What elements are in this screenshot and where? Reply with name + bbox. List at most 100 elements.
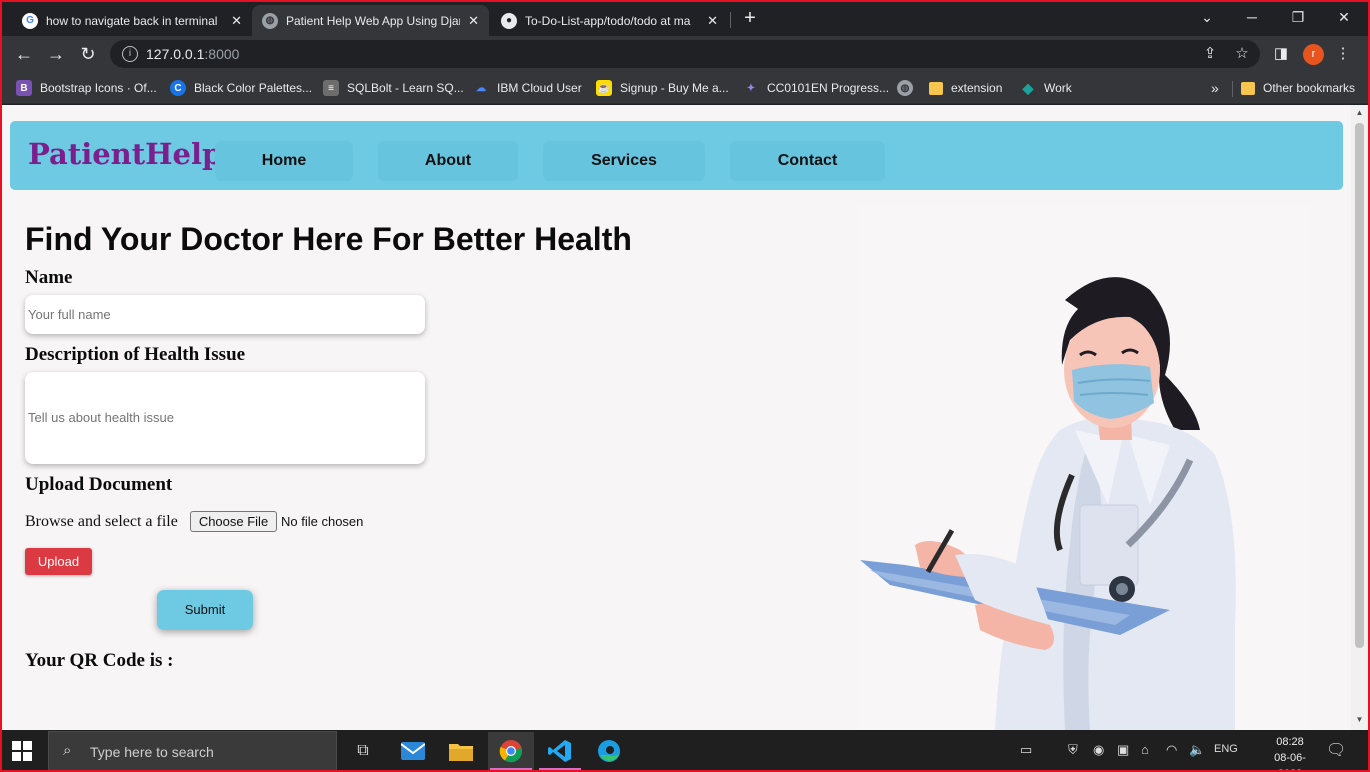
tab-patient-help[interactable]: ◍ Patient Help Web App Using Djan ✕ bbox=[252, 5, 489, 36]
active-app-indicator bbox=[490, 768, 532, 770]
bookmark-globe[interactable]: ◍ bbox=[897, 78, 921, 98]
globe-icon: ◍ bbox=[262, 12, 278, 29]
bookmark-bootstrap-icons[interactable]: B Bootstrap Icons · Of... bbox=[16, 78, 157, 98]
device-icon[interactable]: ⌂ bbox=[1141, 742, 1149, 757]
folder-icon bbox=[449, 744, 473, 761]
tab-search[interactable]: G how to navigate back in terminal ✕ bbox=[12, 5, 252, 36]
nav-services[interactable]: Services bbox=[543, 141, 705, 181]
windows-start-icon[interactable] bbox=[12, 741, 32, 761]
notification-center-icon[interactable]: 🗨 bbox=[1326, 740, 1346, 760]
tab-github[interactable]: ● To-Do-List-app/todo/todo at ma ✕ bbox=[491, 5, 728, 36]
system-clock[interactable]: 08:28 08-06-2023 bbox=[1262, 734, 1318, 772]
page-scrollbar[interactable]: ▲ ▼ bbox=[1351, 105, 1368, 730]
url-host: 127.0.0.1 bbox=[146, 46, 205, 62]
close-window-button[interactable]: ✕ bbox=[1321, 4, 1367, 30]
news-widget-icon[interactable]: ▭ bbox=[1020, 742, 1032, 758]
scroll-down-arrow[interactable]: ▼ bbox=[1355, 715, 1364, 725]
taskbar-search-box[interactable]: ⌕ Type here to search bbox=[48, 731, 337, 771]
nav-about[interactable]: About bbox=[378, 141, 518, 181]
back-button[interactable]: ← bbox=[11, 41, 37, 67]
bookmark-label: CC0101EN Progress... bbox=[767, 81, 890, 95]
address-bar[interactable]: i 127.0.0.1:8000 ⇪ ☆ bbox=[110, 40, 1260, 68]
side-panel-icon[interactable]: ◨ bbox=[1271, 44, 1291, 64]
browser-tab-strip: G how to navigate back in terminal ✕ ◍ P… bbox=[0, 0, 1370, 36]
share-icon[interactable]: ⇪ bbox=[1200, 44, 1220, 64]
tab-search-chevron-down-icon[interactable]: ⌄ bbox=[1184, 4, 1230, 30]
github-icon: ● bbox=[501, 12, 517, 29]
description-textarea[interactable] bbox=[25, 372, 425, 464]
volume-icon[interactable]: 🔈 bbox=[1189, 742, 1205, 758]
upload-button[interactable]: Upload bbox=[25, 548, 92, 575]
close-icon[interactable]: ✕ bbox=[468, 13, 479, 29]
new-tab-button[interactable]: + bbox=[738, 7, 762, 31]
vscode-icon bbox=[548, 740, 571, 762]
close-icon[interactable]: ✕ bbox=[707, 13, 718, 29]
windows-taskbar: ⌕ Type here to search ⧉ ▭ ⛨ ◉ ▣ ⌂ ◠ 🔈 EN… bbox=[0, 730, 1370, 772]
bookmarks-overflow-button[interactable]: » bbox=[1211, 78, 1219, 98]
scroll-thumb[interactable] bbox=[1355, 123, 1364, 648]
chrome-app-button[interactable] bbox=[488, 732, 534, 770]
nav-home[interactable]: Home bbox=[215, 141, 353, 181]
bookmark-label: Signup - Buy Me a... bbox=[620, 81, 729, 95]
folder-icon bbox=[1241, 81, 1255, 95]
profile-avatar[interactable]: r bbox=[1303, 44, 1324, 65]
bookmark-label: Bootstrap Icons · Of... bbox=[40, 81, 157, 95]
submit-button[interactable]: Submit bbox=[157, 590, 253, 630]
wifi-icon[interactable]: ◠ bbox=[1166, 742, 1177, 758]
bookmark-cc0101en[interactable]: ✦ CC0101EN Progress... bbox=[743, 78, 889, 98]
minimize-button[interactable]: ─ bbox=[1229, 4, 1275, 30]
clock-date: 08-06-2023 bbox=[1274, 752, 1306, 772]
menu-kebab-icon[interactable]: ⋮ bbox=[1333, 44, 1353, 64]
bookmark-label: SQLBolt - Learn SQ... bbox=[347, 81, 464, 95]
task-view-button[interactable]: ⧉ bbox=[340, 732, 386, 770]
bookmark-folder-extension[interactable]: extension bbox=[929, 78, 1002, 98]
bookmark-black-color-palettes[interactable]: C Black Color Palettes... bbox=[170, 78, 312, 98]
name-input[interactable] bbox=[25, 295, 425, 334]
other-bookmarks-folder[interactable]: Other bookmarks bbox=[1241, 78, 1355, 98]
bookmark-sqlbolt[interactable]: ≡ SQLBolt - Learn SQ... bbox=[323, 78, 464, 98]
bookmark-label: extension bbox=[951, 81, 1003, 95]
nav-contact[interactable]: Contact bbox=[730, 141, 885, 181]
task-view-icon: ⧉ bbox=[357, 742, 369, 759]
tab-divider bbox=[730, 12, 731, 28]
bookmark-label: IBM Cloud User bbox=[497, 81, 582, 95]
file-explorer-button[interactable] bbox=[438, 732, 484, 770]
language-indicator[interactable]: ENG bbox=[1214, 743, 1238, 755]
bookmarks-bar: B Bootstrap Icons · Of... C Black Color … bbox=[0, 72, 1370, 104]
security-shield-icon[interactable]: ⛨ bbox=[1068, 742, 1078, 758]
bookmark-work[interactable]: ◆ Work bbox=[1020, 78, 1072, 98]
browse-hint: Browse and select a file bbox=[25, 513, 178, 530]
mail-app-button[interactable] bbox=[390, 732, 436, 770]
chrome-icon bbox=[499, 740, 523, 763]
url-text: 127.0.0.1:8000 bbox=[146, 46, 239, 62]
diamond-icon: ◆ bbox=[1022, 79, 1034, 96]
bookmark-star-icon[interactable]: ☆ bbox=[1232, 44, 1252, 64]
tab-title: Patient Help Web App Using Djan bbox=[286, 13, 461, 28]
url-port: :8000 bbox=[204, 46, 240, 62]
tab-title: how to navigate back in terminal bbox=[46, 13, 218, 28]
taskbar-search-placeholder: Type here to search bbox=[90, 744, 214, 760]
upload-document-label: Upload Document bbox=[25, 474, 173, 495]
site-navbar: PatientHelp Home About Services Contact bbox=[10, 121, 1343, 190]
edge-tray-icon[interactable]: ◉ bbox=[1093, 742, 1104, 758]
ibm-cloud-icon: ☁ bbox=[476, 82, 486, 94]
edge-app-button[interactable] bbox=[586, 732, 632, 770]
doctor-illustration-graphic bbox=[860, 277, 1236, 730]
palette-icon: C bbox=[170, 80, 186, 96]
reload-button[interactable]: ↻ bbox=[75, 41, 101, 67]
restore-button[interactable]: ❐ bbox=[1275, 4, 1321, 30]
database-icon: ≡ bbox=[323, 80, 339, 96]
scroll-up-arrow[interactable]: ▲ bbox=[1355, 108, 1364, 118]
bookmark-buy-me-a-coffee[interactable]: ☕ Signup - Buy Me a... bbox=[596, 78, 729, 98]
clock-time: 08:28 bbox=[1276, 736, 1304, 748]
tab-title: To-Do-List-app/todo/todo at ma bbox=[525, 13, 691, 28]
battery-charging-icon[interactable]: ▣ bbox=[1117, 742, 1129, 758]
vscode-app-button[interactable] bbox=[537, 732, 583, 770]
edge-icon bbox=[598, 740, 620, 762]
choose-file-button[interactable]: Choose File bbox=[190, 511, 277, 532]
site-info-icon[interactable]: i bbox=[122, 46, 138, 62]
bookmark-ibm-cloud[interactable]: ☁ IBM Cloud User bbox=[473, 78, 582, 98]
site-brand[interactable]: PatientHelp bbox=[28, 137, 222, 171]
close-icon[interactable]: ✕ bbox=[231, 13, 242, 29]
forward-button[interactable]: → bbox=[43, 41, 69, 67]
